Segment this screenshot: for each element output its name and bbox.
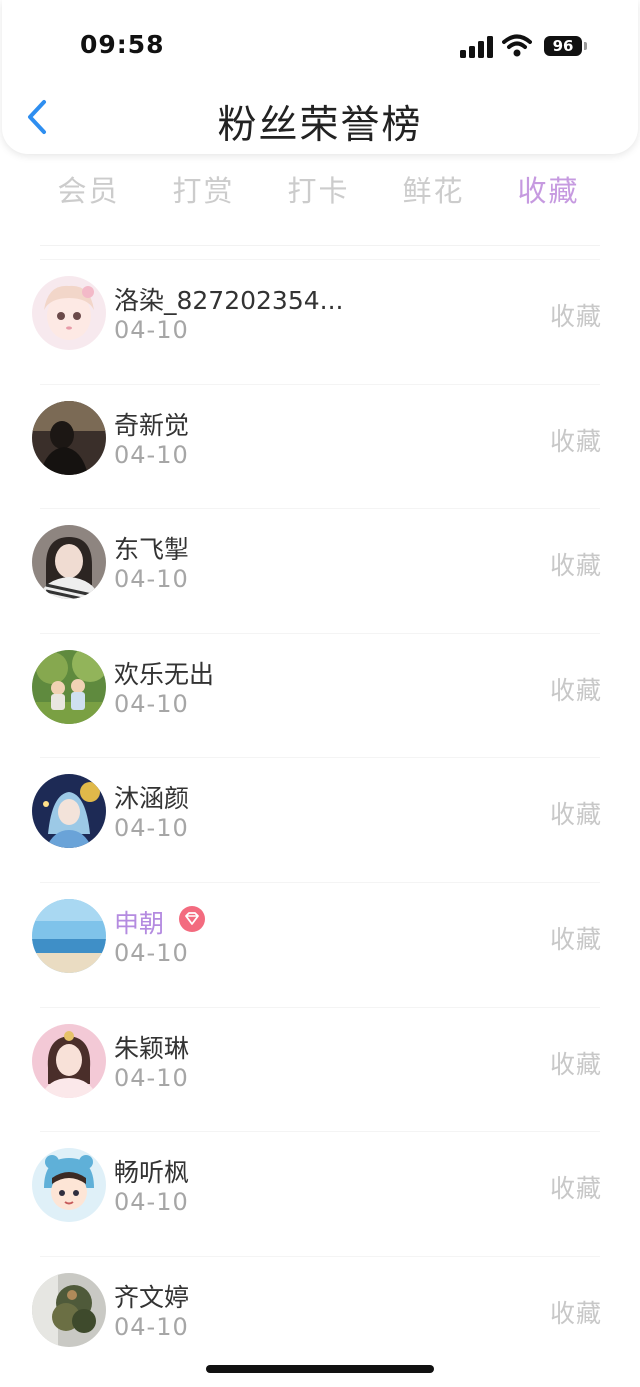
list-item[interactable]: 沐涵颜 04-10 收藏 xyxy=(0,757,640,882)
favorite-label: 收藏 xyxy=(550,675,603,705)
fan-date: 04-10 xyxy=(114,316,189,344)
favorite-label: 收藏 xyxy=(550,1174,603,1204)
list-item[interactable]: 奇新觉 04-10 收藏 xyxy=(0,383,640,509)
tab-flowers[interactable]: 鲜花 xyxy=(376,168,491,210)
wifi-icon xyxy=(502,34,532,58)
avatar[interactable] xyxy=(32,649,106,724)
tab-checkin[interactable]: 打卡 xyxy=(261,168,376,210)
fan-name: 畅听枫 xyxy=(114,1158,190,1188)
list-item[interactable]: 欢乐无出 04-10 收藏 xyxy=(0,632,640,758)
fan-date: 04-10 xyxy=(114,1312,189,1341)
divider xyxy=(40,245,600,246)
fan-name: 朱颖琳 xyxy=(114,1033,190,1063)
fan-date: 04-10 xyxy=(114,1063,189,1092)
tab-favorites[interactable]: 收藏 xyxy=(491,168,606,210)
tab-tip[interactable]: 打赏 xyxy=(146,168,261,210)
favorite-label: 收藏 xyxy=(550,924,603,954)
tab-member[interactable]: 会员 xyxy=(31,168,146,210)
avatar[interactable] xyxy=(32,1272,106,1347)
avatar[interactable] xyxy=(32,774,106,849)
list-item[interactable]: 洛染_827202354... 04-10 收藏 xyxy=(0,259,640,384)
diamond-badge-icon xyxy=(179,905,205,932)
fan-date: 04-10 xyxy=(114,938,189,967)
fan-name: 东飞掣 xyxy=(114,535,190,565)
fan-name: 申朝 xyxy=(114,908,165,938)
fan-name: 欢乐无出 xyxy=(114,659,215,689)
fan-name: 奇新觉 xyxy=(114,410,190,440)
avatar[interactable] xyxy=(32,400,106,475)
list-item[interactable]: 申朝 04-10 收藏 xyxy=(0,881,640,1007)
favorite-label: 收藏 xyxy=(550,1298,603,1328)
fan-date: 04-10 xyxy=(114,565,189,594)
list-item[interactable]: 东飞掣 04-10 收藏 xyxy=(0,508,640,633)
battery-icon: 96 xyxy=(544,36,587,56)
status-time: 09:58 xyxy=(80,30,165,59)
avatar[interactable] xyxy=(32,1023,106,1098)
list-item[interactable]: 朱颖琳 04-10 收藏 xyxy=(0,1006,640,1132)
fan-date: 04-10 xyxy=(114,814,189,843)
fan-list: 洛染_827202354... 04-10 收藏 奇新觉 04-10 收藏 东飞… xyxy=(0,259,640,1380)
favorite-label: 收藏 xyxy=(550,800,603,830)
fan-name: 沐涵颜 xyxy=(114,784,190,814)
page-title: 粉丝荣誉榜 xyxy=(217,103,423,148)
fan-name: 齐文婷 xyxy=(114,1282,190,1312)
tab-bar: 会员 打赏 打卡 鲜花 收藏 xyxy=(0,168,640,218)
home-indicator xyxy=(206,1365,434,1373)
fan-name: 洛染_827202354... xyxy=(114,286,344,315)
avatar[interactable] xyxy=(32,525,106,600)
avatar[interactable] xyxy=(32,276,106,350)
fan-date: 04-10 xyxy=(114,1188,189,1217)
fan-date: 04-10 xyxy=(114,440,189,469)
fan-date: 04-10 xyxy=(114,689,189,718)
cellular-signal-icon xyxy=(460,36,494,58)
header: 09:58 96 粉丝荣誉榜 xyxy=(2,0,638,154)
avatar[interactable] xyxy=(32,898,106,973)
favorite-label: 收藏 xyxy=(550,426,603,456)
favorite-label: 收藏 xyxy=(550,1049,603,1079)
list-item[interactable]: 齐文婷 04-10 收藏 xyxy=(0,1255,640,1381)
list-item[interactable]: 畅听枫 04-10 收藏 xyxy=(0,1131,640,1256)
battery-level: 96 xyxy=(544,36,582,56)
favorite-label: 收藏 xyxy=(550,551,603,581)
avatar[interactable] xyxy=(32,1148,106,1223)
favorite-label: 收藏 xyxy=(550,302,603,331)
